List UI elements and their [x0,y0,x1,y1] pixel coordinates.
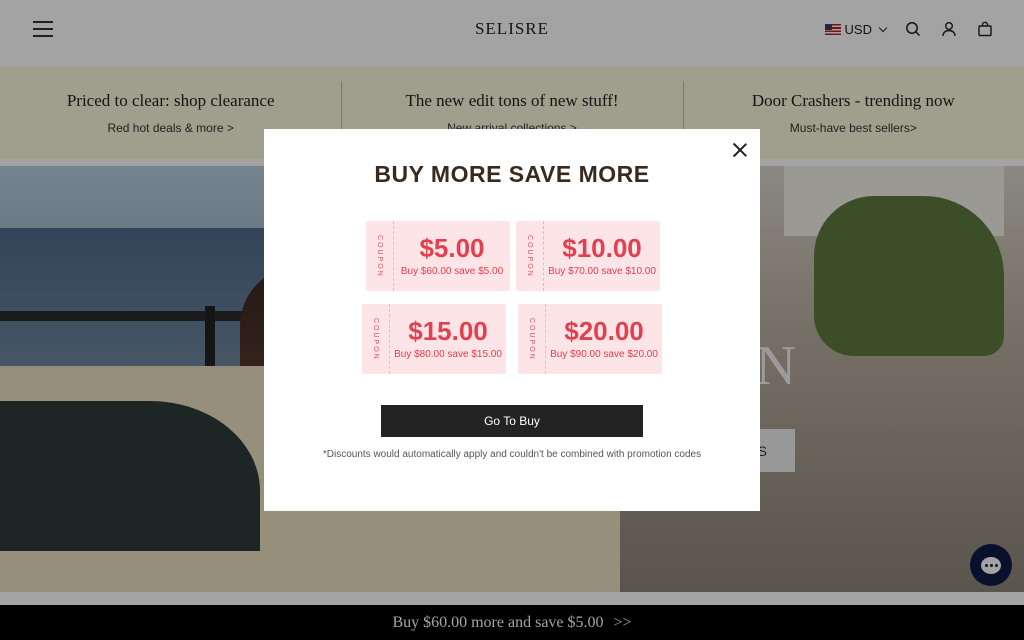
modal-disclaimer: *Discounts would automatically apply and… [322,449,702,460]
coupon-side: COUPON [518,304,546,374]
coupon-side: COUPON [366,221,394,291]
coupon-side: COUPON [516,221,544,291]
coupon-card[interactable]: COUPON $15.00 Buy $80.00 save $15.00 [362,304,506,374]
coupon-description: Buy $70.00 save $10.00 [548,266,656,277]
go-to-buy-button[interactable]: Go To Buy [381,405,643,437]
coupon-description: Buy $60.00 save $5.00 [400,266,504,277]
coupon-side: COUPON [362,304,390,374]
coupon-amount: $15.00 [408,316,488,346]
coupon-amount: $10.00 [562,233,642,263]
coupon-card[interactable]: COUPON $10.00 Buy $70.00 save $10.00 [516,221,660,291]
coupon-card[interactable]: COUPON $20.00 Buy $90.00 save $20.00 [518,304,662,374]
coupon-amount: $20.00 [564,316,644,346]
coupon-card[interactable]: COUPON $5.00 Buy $60.00 save $5.00 [366,221,510,291]
close-icon[interactable] [730,140,750,160]
modal-title: BUY MORE SAVE MORE [374,161,650,187]
coupon-modal: BUY MORE SAVE MORE COUPON $5.00 Buy $60.… [264,129,760,511]
coupon-description: Buy $80.00 save $15.00 [394,349,502,360]
coupon-description: Buy $90.00 save $20.00 [550,349,658,360]
coupon-amount: $5.00 [419,233,485,263]
